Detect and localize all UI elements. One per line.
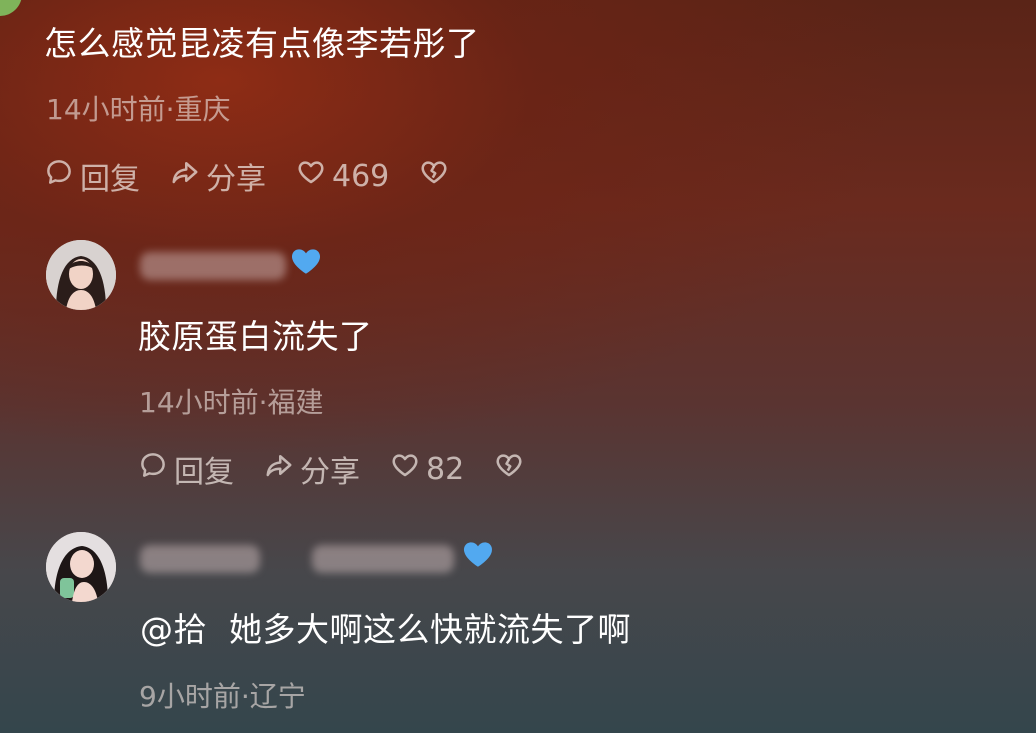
avatar[interactable] — [46, 240, 116, 310]
like-count: 469 — [332, 158, 390, 194]
username-blurred[interactable] — [312, 545, 454, 573]
comment-meta: 9小时前·辽宁 — [139, 680, 306, 713]
comment-text: @拾 她多大啊这么快就流失了啊 — [140, 610, 631, 649]
username-blurred[interactable] — [140, 545, 260, 573]
comment-actions: 回复 分享 82 — [138, 450, 554, 490]
comment-meta: 14小时前·福建 — [139, 386, 324, 419]
comment-text: 胶原蛋白流失了 — [138, 317, 373, 356]
comment-text: 怎么感觉昆凌有点像李若彤了 — [44, 24, 480, 63]
avatar-partial — [0, 0, 22, 16]
reply-button[interactable]: 回复 — [44, 154, 140, 198]
comment-bubble-icon — [138, 450, 168, 488]
blue-heart-icon — [460, 537, 496, 571]
share-button[interactable]: 分享 — [264, 447, 360, 491]
like-button[interactable]: 82 — [390, 450, 464, 488]
reply-label: 回复 — [174, 455, 234, 490]
reply-label: 回复 — [80, 162, 140, 197]
share-arrow-icon — [264, 450, 294, 488]
comment-bubble-icon — [44, 157, 74, 195]
like-button[interactable]: 469 — [296, 157, 389, 195]
comment-meta: 14小时前·重庆 — [46, 93, 231, 126]
like-count: 82 — [426, 451, 465, 487]
heart-icon — [390, 450, 420, 488]
share-button[interactable]: 分享 — [170, 154, 266, 198]
reply-button[interactable]: 回复 — [138, 447, 234, 491]
dislike-button[interactable] — [494, 450, 524, 488]
broken-heart-icon — [494, 450, 524, 488]
share-arrow-icon — [170, 157, 200, 195]
username-blurred[interactable] — [140, 252, 286, 280]
broken-heart-icon — [419, 157, 449, 195]
avatar[interactable] — [46, 532, 116, 602]
heart-icon — [296, 157, 326, 195]
blue-heart-icon — [288, 244, 324, 278]
share-label: 分享 — [300, 455, 360, 490]
share-label: 分享 — [206, 162, 266, 197]
comment-actions: 回复 分享 469 — [44, 157, 479, 197]
dislike-button[interactable] — [419, 157, 449, 195]
